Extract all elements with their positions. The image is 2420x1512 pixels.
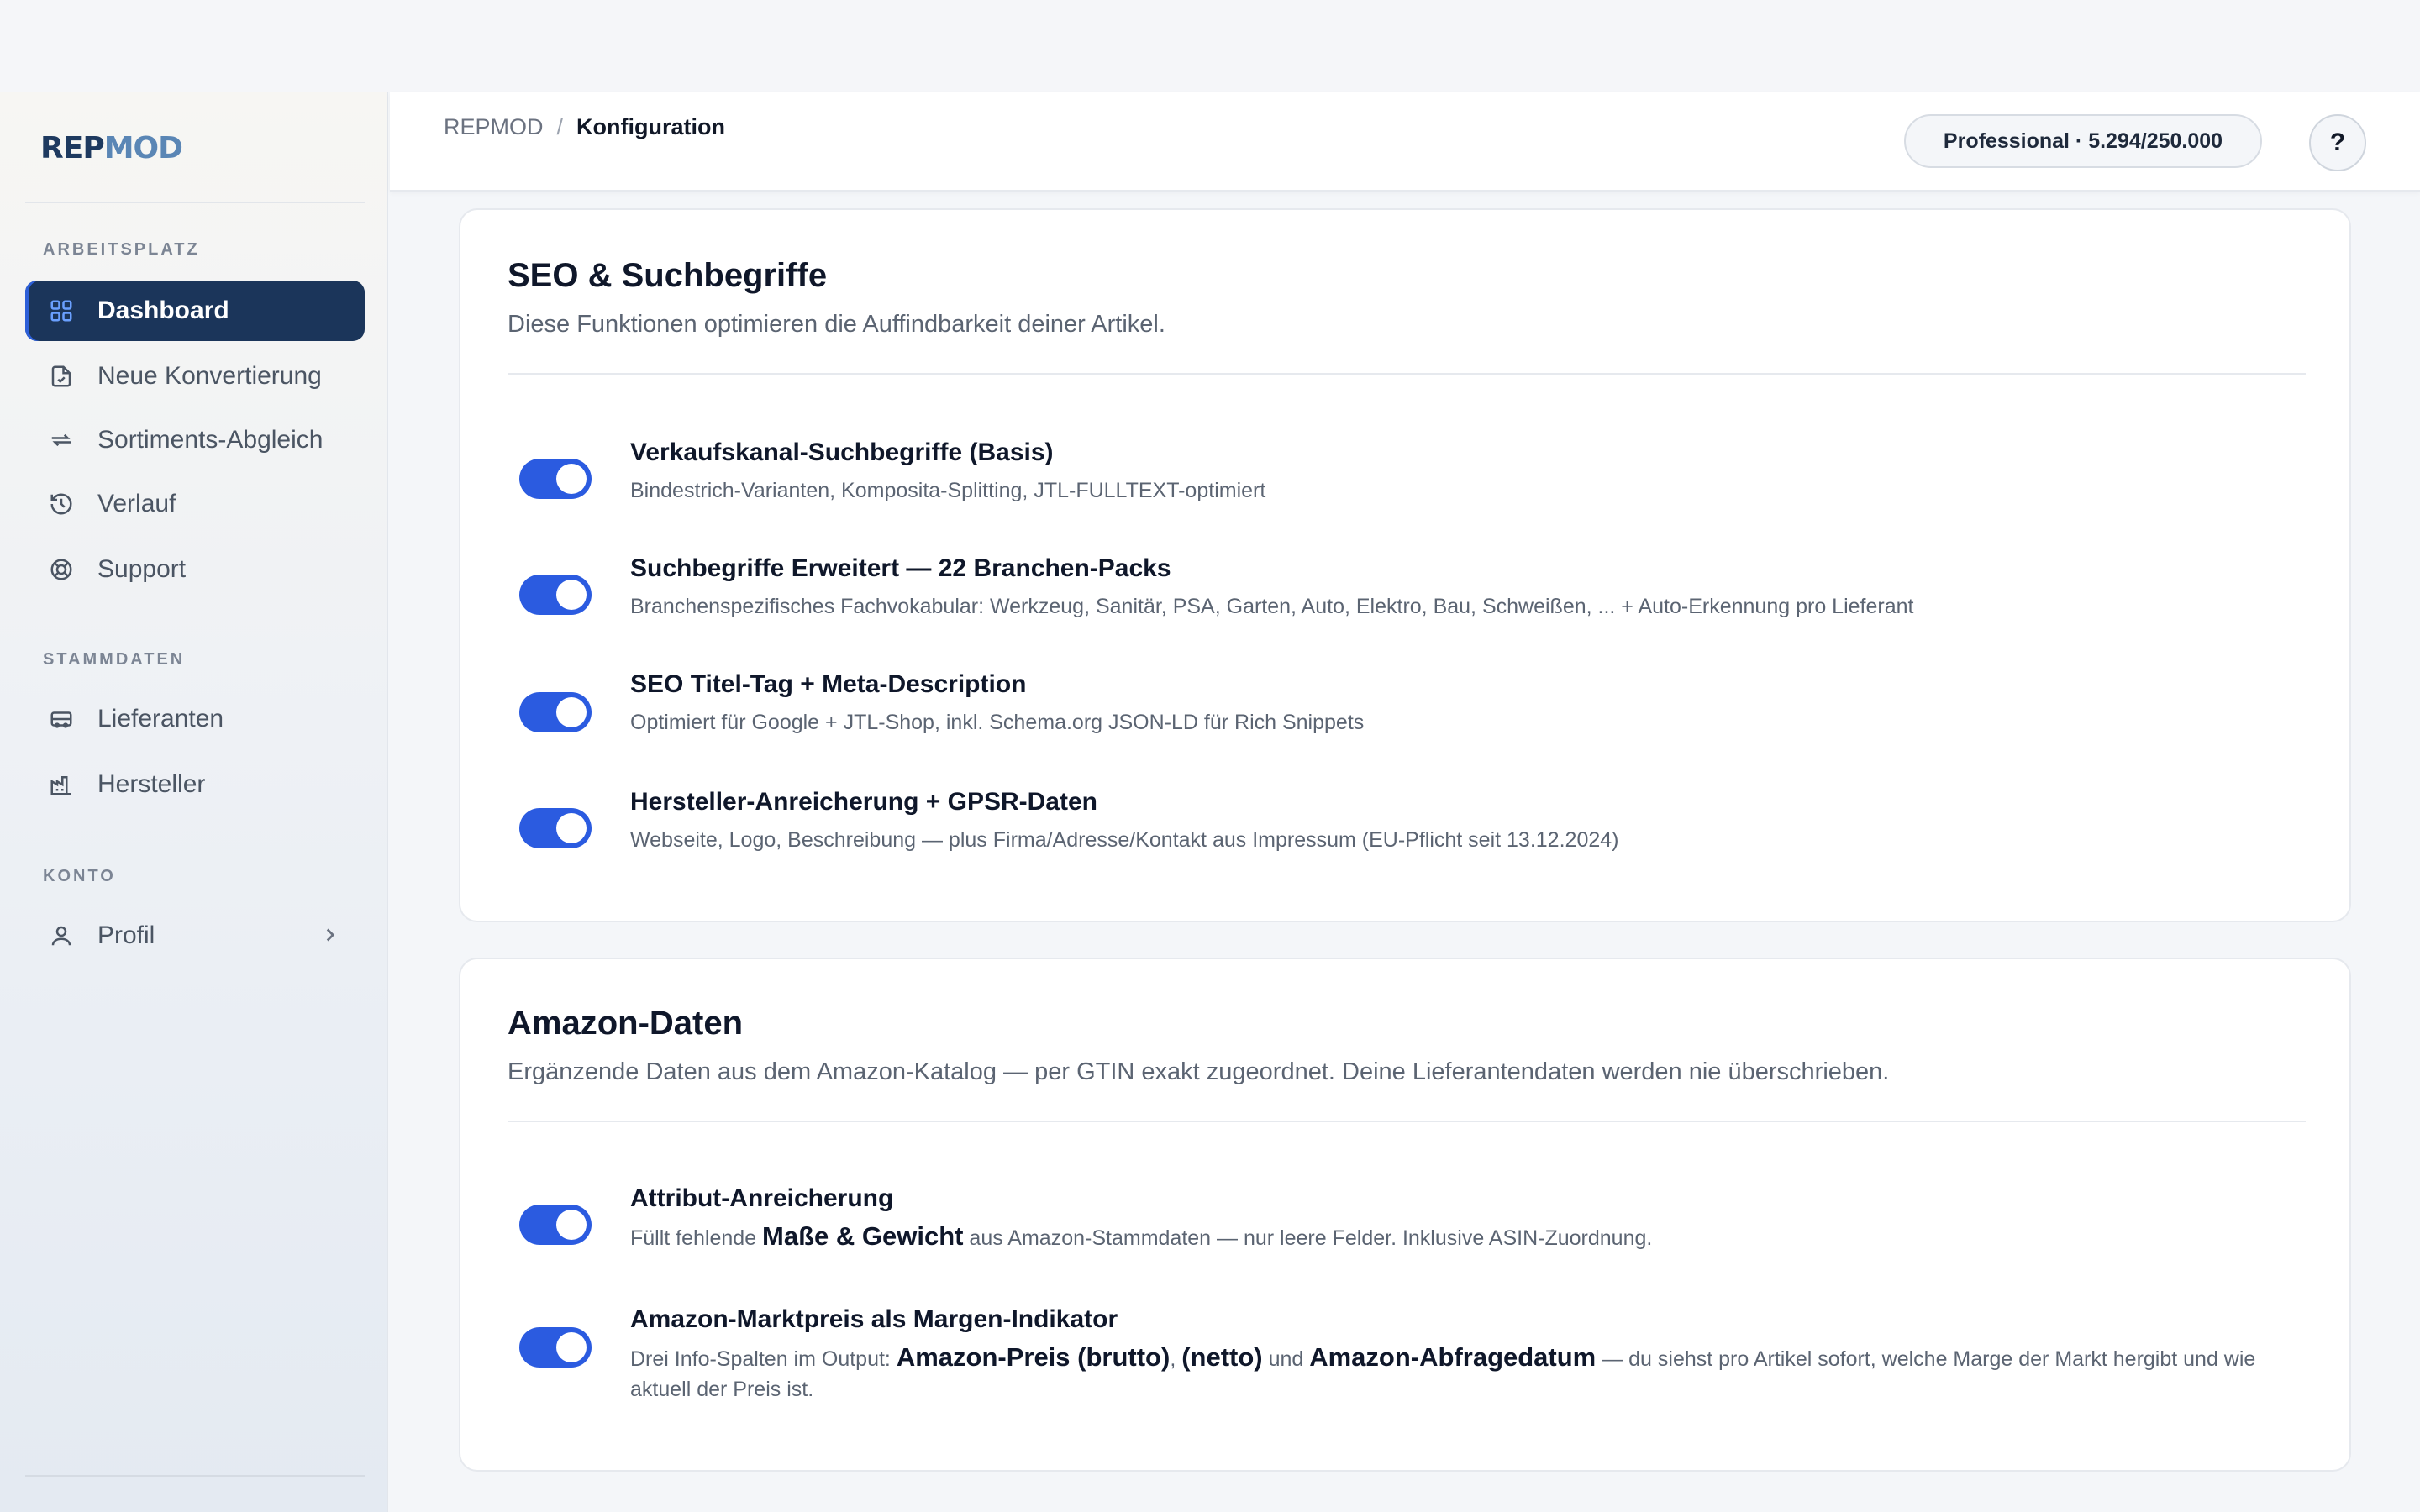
- sidebar-divider: [25, 202, 365, 203]
- help-button[interactable]: ?: [2309, 114, 2366, 171]
- user-icon: [47, 921, 76, 950]
- sidebar-item-label: Lieferanten: [97, 705, 224, 732]
- sidebar-item-dashboard[interactable]: Dashboard: [25, 281, 365, 341]
- top-header: REPMOD / Konfiguration Professional · 5.…: [390, 92, 2420, 192]
- desc-emphasis: Maße & Gewicht: [762, 1221, 964, 1251]
- sidebar-item-profil[interactable]: Profil: [25, 906, 365, 966]
- toggle-switch[interactable]: [519, 1327, 592, 1368]
- sidebar-item-label: Verlauf: [97, 490, 176, 517]
- option-title: Verkaufskanal-Suchbegriffe (Basis): [630, 438, 1054, 466]
- sidebar-item-hersteller[interactable]: Hersteller: [25, 754, 365, 815]
- plan-usage-badge[interactable]: Professional · 5.294/250.000: [1904, 114, 2262, 168]
- chevron-right-icon: [319, 924, 341, 953]
- breadcrumb-separator: /: [556, 114, 564, 139]
- brand-logo-part1: REP: [40, 131, 105, 165]
- section-label-konto: KONTO: [43, 867, 116, 885]
- file-convert-icon: [47, 362, 76, 391]
- toggle-knob: [556, 697, 587, 727]
- sidebar-item-sortiments-abgleich[interactable]: Sortiments-Abgleich: [25, 410, 365, 470]
- option-description: Füllt fehlende Maße & Gewicht aus Amazon…: [630, 1221, 2302, 1253]
- truck-icon: [47, 705, 76, 733]
- window-top-strip: [0, 0, 2420, 92]
- option-title: Attribut-Anreicherung: [630, 1184, 894, 1212]
- toggle-switch[interactable]: [519, 692, 592, 732]
- toggle-switch[interactable]: [519, 459, 592, 499]
- toggle-knob: [556, 1210, 587, 1240]
- sidebar-item-label: Neue Konvertierung: [97, 362, 322, 390]
- sidebar-item-label: Profil: [97, 921, 155, 949]
- card-title: SEO & Suchbegriffe: [508, 257, 828, 294]
- option-description: Webseite, Logo, Beschreibung — plus Firm…: [630, 828, 1619, 852]
- card-seo: SEO & Suchbegriffe Diese Funktionen opti…: [459, 208, 2351, 922]
- card-divider: [508, 373, 2306, 375]
- card-amazon: Amazon-Daten Ergänzende Daten aus dem Am…: [459, 958, 2351, 1472]
- card-title: Amazon-Daten: [508, 1005, 744, 1042]
- section-label-stammdaten: STAMMDATEN: [43, 650, 186, 669]
- toggle-knob: [556, 1332, 587, 1362]
- toggle-switch[interactable]: [519, 1205, 592, 1245]
- card-divider: [508, 1121, 2306, 1122]
- sidebar-item-label: Sortiments-Abgleich: [97, 426, 324, 454]
- toggle-knob: [556, 464, 587, 494]
- grid-icon: [47, 297, 76, 325]
- desc-text: Drei Info-Spalten im Output:: [630, 1347, 897, 1371]
- desc-emphasis: Amazon-Abfragedatum: [1309, 1342, 1597, 1372]
- toggle-switch[interactable]: [519, 575, 592, 615]
- option-title: SEO Titel-Tag + Meta-Description: [630, 670, 1027, 698]
- breadcrumb-root[interactable]: REPMOD: [444, 114, 544, 140]
- sidebar-item-neue-konvertierung[interactable]: Neue Konvertierung: [25, 346, 365, 407]
- history-icon: [47, 490, 76, 518]
- option-title: Amazon-Marktpreis als Margen-Indikator: [630, 1305, 1118, 1333]
- option-description: Branchenspezifisches Fachvokabular: Werk…: [630, 595, 1914, 618]
- toggle-knob: [556, 813, 587, 843]
- sidebar-item-label: Hersteller: [97, 770, 206, 798]
- desc-text: Füllt fehlende: [630, 1226, 763, 1250]
- desc-text: ,: [1170, 1347, 1182, 1371]
- arrows-left-right-icon: [47, 426, 76, 454]
- sidebar-bottom-divider: [25, 1475, 365, 1477]
- breadcrumb-current: Konfiguration: [576, 114, 725, 139]
- option-title: Hersteller-Anreicherung + GPSR-Daten: [630, 788, 1097, 816]
- desc-text: und: [1262, 1347, 1310, 1371]
- sidebar-item-label: Dashboard: [97, 297, 229, 324]
- sidebar-item-support[interactable]: Support: [25, 539, 365, 600]
- option-description: Bindestrich-Varianten, Komposita-Splitti…: [630, 479, 1266, 502]
- desc-emphasis: (netto): [1181, 1342, 1263, 1372]
- toggle-switch[interactable]: [519, 808, 592, 848]
- lifebuoy-icon: [47, 555, 76, 584]
- sidebar-item-verlauf[interactable]: Verlauf: [25, 474, 365, 534]
- factory-icon: [47, 770, 76, 799]
- sidebar: REPMOD ARBEITSPLATZ Dashboard Neue Konve…: [0, 92, 388, 1512]
- desc-text: aus Amazon-Stammdaten — nur leere Felder…: [963, 1226, 1653, 1250]
- section-label-arbeitsplatz: ARBEITSPLATZ: [43, 240, 200, 259]
- desc-emphasis: Amazon-Preis (brutto): [896, 1342, 1171, 1372]
- toggle-knob: [556, 580, 587, 610]
- option-description: Optimiert für Google + JTL-Shop, inkl. S…: [630, 711, 1365, 734]
- sidebar-item-label: Support: [97, 555, 187, 583]
- sidebar-item-lieferanten[interactable]: Lieferanten: [25, 689, 365, 749]
- breadcrumb: REPMOD / Konfiguration: [444, 114, 725, 140]
- card-subtitle: Diese Funktionen optimieren die Auffindb…: [508, 311, 1165, 338]
- option-title: Suchbegriffe Erweitert — 22 Branchen-Pac…: [630, 554, 1171, 582]
- brand-logo[interactable]: REPMOD: [40, 131, 183, 165]
- option-description: Drei Info-Spalten im Output: Amazon-Prei…: [630, 1342, 2302, 1404]
- brand-logo-part2: MOD: [103, 131, 183, 165]
- card-subtitle: Ergänzende Daten aus dem Amazon-Katalog …: [508, 1058, 1890, 1085]
